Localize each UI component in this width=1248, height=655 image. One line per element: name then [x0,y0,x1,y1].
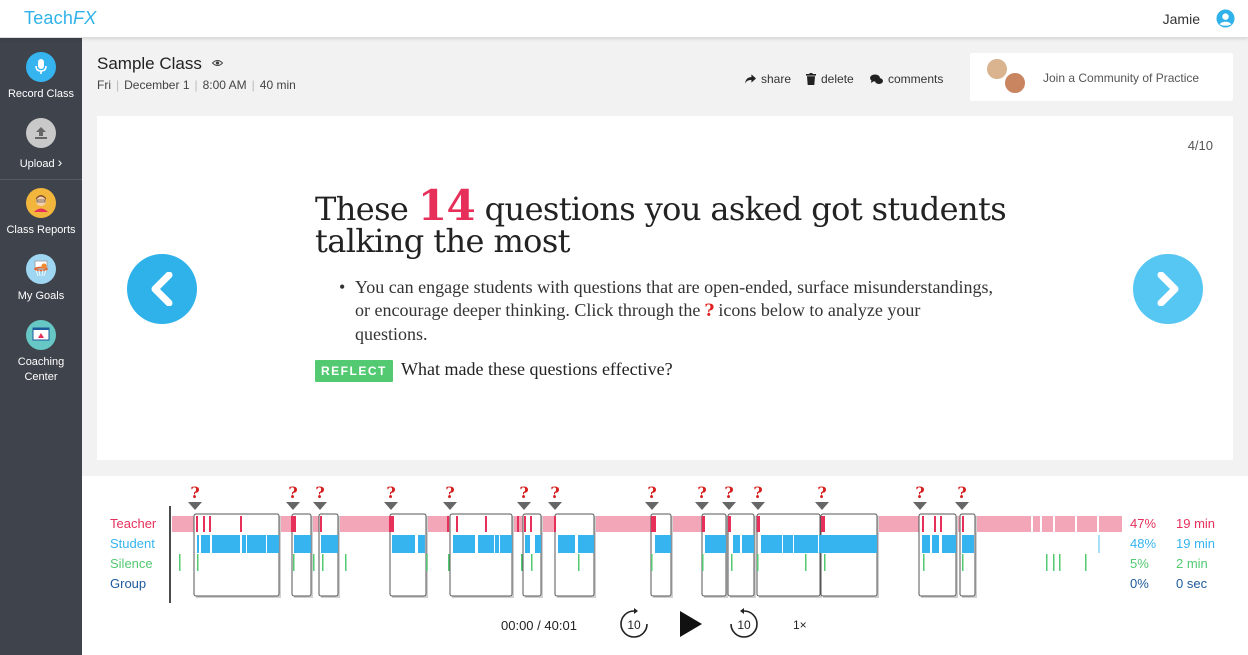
sidebar-item-record-class[interactable]: Record Class [0,52,82,100]
user-circle-icon[interactable] [1216,9,1235,28]
basketball-hoop-icon [26,254,56,284]
class-day: Fri [97,78,111,92]
teacher-time: 19 min [1176,516,1216,531]
top-bar: TeachFX Jamie [0,0,1248,38]
sidebar-item-coaching-center[interactable]: Coaching Center [0,320,82,383]
rewind-label: 10 [627,618,641,632]
play-button[interactable] [679,611,703,637]
playback-speed-button[interactable]: 1× [793,618,807,632]
slide-headline: These 14 questions you asked got student… [315,181,1007,260]
rewind-10-button[interactable]: 10 [618,608,650,640]
teachfx-logo[interactable]: TeachFX [24,8,96,29]
question-mark-icon: ? [704,301,715,321]
total-time: 40:01 [544,618,577,633]
community-of-practice-button[interactable]: Join a Community of Practice [970,53,1233,101]
chevron-right-icon: › [57,154,63,170]
timeline-label-silence: Silence [110,556,153,571]
current-time: 00:00 [501,618,534,633]
comments-label: comments [888,72,944,86]
student-time: 19 min [1176,536,1216,551]
sidebar-item-label: Class Reports [6,224,76,236]
sidebar-item-label: Upload [19,158,55,170]
timeline-panel [82,476,1248,655]
reflect-badge: REFLECT [315,360,393,382]
timeline-label-teacher: Teacher [110,516,157,531]
sidebar-item-upload[interactable]: Upload › [0,118,82,170]
microphone-icon [26,52,56,82]
eye-icon[interactable] [212,59,223,67]
share-label: share [761,72,792,86]
group-time: 0 sec [1176,576,1208,591]
user-name[interactable]: Jamie [1163,11,1200,27]
previous-slide-button[interactable] [127,254,197,324]
share-button[interactable]: share [745,72,791,86]
timeline-label-group: Group [110,576,147,591]
class-date: December 1 [124,78,190,92]
playback-time: 00:00 / 40:01 [501,618,577,633]
comments-button[interactable]: comments [870,72,943,86]
trash-icon [806,73,816,85]
forward-label: 10 [737,618,751,632]
share-icon [745,74,756,84]
timeline-label-student: Student [110,536,155,551]
silence-time: 2 min [1176,556,1208,571]
sidebar-item-label: My Goals [17,290,65,302]
sidebar-item-label: Record Class [7,88,75,100]
sidebar-divider [0,179,82,180]
sidebar-item-label: Coaching [17,356,65,368]
class-time: 8:00 AM [202,78,247,92]
group-percent: 0% [1130,576,1149,591]
community-label: Join a Community of Practice [1043,71,1200,85]
next-slide-button[interactable] [1133,254,1203,324]
sidebar-item-class-reports[interactable]: Class Reports [0,188,82,236]
student-percent: 48% [1130,536,1157,551]
chevron-right-icon [1157,272,1179,306]
play-icon [680,611,702,637]
reflect-question: What made these questions effective? [401,359,673,379]
insight-card: 4/10 These 14 questions you asked got st… [97,116,1233,460]
slide-counter: 4/10 [1187,138,1213,153]
delete-label: delete [821,72,854,86]
sidebar-item-label: Center [24,371,58,383]
slide-bullet: • You can engage students with questions… [339,277,994,344]
avatar [1003,71,1027,95]
class-title: Sample Class [97,54,202,73]
silence-percent: 5% [1130,556,1149,571]
class-duration: 40 min [259,78,296,92]
sidebar-item-my-goals[interactable]: My Goals [0,254,82,302]
comments-icon [870,74,883,84]
upload-icon [26,118,56,148]
forward-10-button[interactable]: 10 [728,608,760,640]
presentation-board-icon [26,320,56,350]
teacher-avatar-icon [26,188,56,218]
chevron-left-icon [151,272,173,306]
sidebar: Record Class Upload › Class Reports My G… [0,38,82,655]
class-meta: Fri | December 1 | 8:00 AM | 40 min [97,78,296,92]
teacher-percent: 47% [1130,516,1157,531]
delete-button[interactable]: delete [806,72,854,86]
